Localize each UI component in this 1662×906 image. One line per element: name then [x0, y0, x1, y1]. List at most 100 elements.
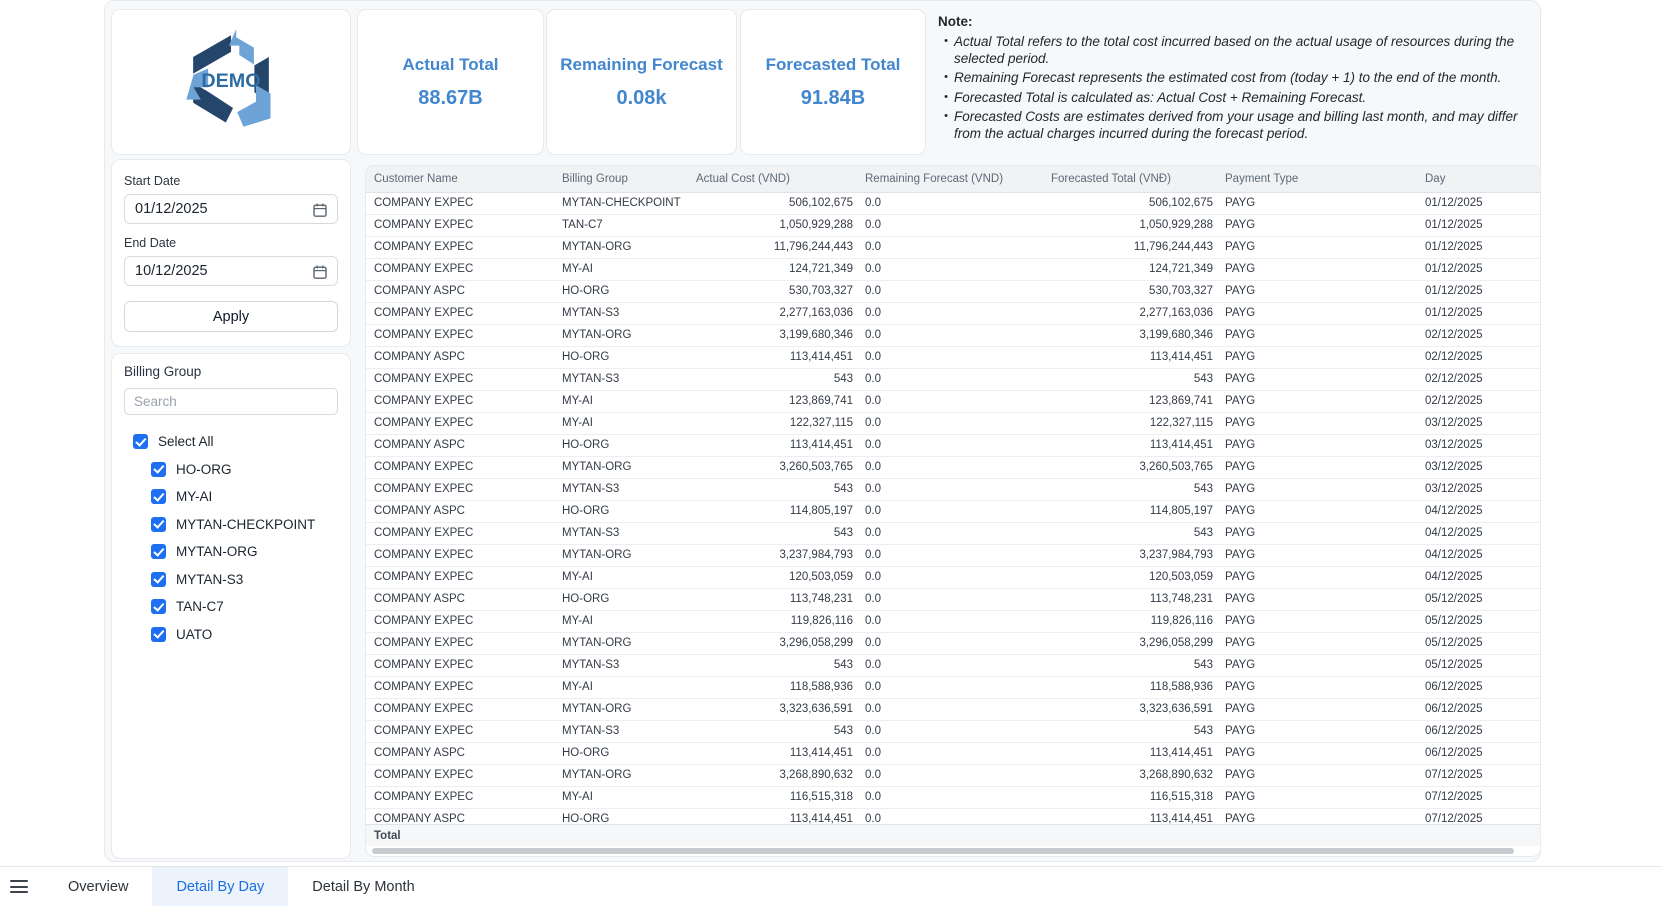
table-cell: 2,277,163,036 [690, 302, 859, 324]
checkbox-checked-icon[interactable] [151, 599, 166, 614]
tab-overview[interactable]: Overview [44, 867, 152, 906]
table-cell: 124,721,349 [1045, 258, 1219, 280]
table-row: COMPANY EXPECMYTAN-ORG3,323,636,5910.03,… [366, 698, 1540, 720]
table-row: COMPANY EXPECMYTAN-ORG3,199,680,3460.03,… [366, 324, 1540, 346]
bottom-tab-bar: Overview Detail By Day Detail By Month [0, 866, 1662, 906]
table-cell: PAYG [1219, 610, 1419, 632]
billing-group-option[interactable]: UATO [124, 627, 338, 642]
apply-button[interactable]: Apply [124, 301, 338, 332]
table-cell: 02/12/2025 [1419, 390, 1540, 412]
table-cell: 3,268,890,632 [1045, 764, 1219, 786]
billing-group-option[interactable]: MY-AI [124, 489, 338, 504]
table-cell: 05/12/2025 [1419, 654, 1540, 676]
table-cell: 3,199,680,346 [690, 324, 859, 346]
table-cell: 03/12/2025 [1419, 478, 1540, 500]
demo-logo-icon: DEMO [179, 21, 283, 143]
start-date-input[interactable]: 01/12/2025 [124, 194, 338, 224]
table-cell: 0.0 [859, 742, 1045, 764]
table-row: COMPANY EXPECMYTAN-S35430.0543PAYG05/12/… [366, 654, 1540, 676]
table-row: COMPANY ASPCHO-ORG113,414,4510.0113,414,… [366, 742, 1540, 764]
table-cell: COMPANY EXPEC [366, 676, 556, 698]
checkbox-checked-icon[interactable] [133, 434, 148, 449]
table-cell: 119,826,116 [690, 610, 859, 632]
tab-detail-by-month[interactable]: Detail By Month [288, 867, 438, 906]
select-all-label: Select All [158, 434, 214, 449]
table-cell: MYTAN-S3 [556, 720, 690, 742]
billing-group-option[interactable]: MYTAN-S3 [124, 572, 338, 587]
table-cell: MYTAN-S3 [556, 654, 690, 676]
table-row: COMPANY EXPECMY-AI116,515,3180.0116,515,… [366, 786, 1540, 808]
note-bullet: Actual Total refers to the total cost in… [954, 33, 1538, 67]
billing-group-option[interactable]: MYTAN-ORG [124, 544, 338, 559]
table-cell: TAN-C7 [556, 214, 690, 236]
forecasted-total-value: 91.84B [801, 87, 866, 110]
remaining-forecast-card: Remaining Forecast 0.08k [546, 9, 737, 155]
billing-group-option[interactable]: TAN-C7 [124, 599, 338, 614]
checkbox-checked-icon[interactable] [151, 462, 166, 477]
table-cell: COMPANY EXPEC [366, 214, 556, 236]
table-cell: 543 [690, 720, 859, 742]
table-cell: 116,515,318 [1045, 786, 1219, 808]
table-cell: COMPANY EXPEC [366, 522, 556, 544]
table-cell: 0.0 [859, 302, 1045, 324]
table-row: COMPANY EXPECMY-AI124,721,3490.0124,721,… [366, 258, 1540, 280]
table-cell: COMPANY EXPEC [366, 390, 556, 412]
checkbox-checked-icon[interactable] [151, 489, 166, 504]
table-cell: 113,414,451 [1045, 742, 1219, 764]
table-cell: 0.0 [859, 368, 1045, 390]
table-cell: MY-AI [556, 390, 690, 412]
table-cell: HO-ORG [556, 588, 690, 610]
table-cell: PAYG [1219, 500, 1419, 522]
table-cell: PAYG [1219, 192, 1419, 214]
table-cell: 530,703,327 [690, 280, 859, 302]
calendar-icon[interactable] [312, 202, 328, 218]
table-cell: COMPANY EXPEC [366, 324, 556, 346]
table-cell: PAYG [1219, 456, 1419, 478]
end-date-input[interactable]: 10/12/2025 [124, 256, 338, 286]
table-row: COMPANY EXPECMY-AI123,869,7410.0123,869,… [366, 390, 1540, 412]
table-cell: PAYG [1219, 236, 1419, 258]
checkbox-checked-icon[interactable] [151, 517, 166, 532]
logo-text: DEMO [201, 70, 260, 92]
table-cell: 113,414,451 [690, 434, 859, 456]
table-cell: MY-AI [556, 786, 690, 808]
table-cell: 0.0 [859, 346, 1045, 368]
table-cell: 113,414,451 [690, 742, 859, 764]
billing-group-card: Billing Group Select All HO-ORG MY-AI MYTA… [111, 353, 351, 859]
table-cell: COMPANY EXPEC [366, 236, 556, 258]
date-filter-card: Start Date 01/12/2025 End Date 10/12/202… [111, 159, 351, 347]
billing-group-option[interactable]: HO-ORG [124, 462, 338, 477]
table-row: COMPANY EXPECTAN-C71,050,929,2880.01,050… [366, 214, 1540, 236]
table-cell: 01/12/2025 [1419, 192, 1540, 214]
table-cell: 0.0 [859, 500, 1045, 522]
start-date-value: 01/12/2025 [135, 201, 208, 217]
checkbox-checked-icon[interactable] [151, 627, 166, 642]
table-cell: PAYG [1219, 742, 1419, 764]
table-cell: HO-ORG [556, 280, 690, 302]
table-cell: MYTAN-S3 [556, 368, 690, 390]
table-cell: 01/12/2025 [1419, 214, 1540, 236]
actual-total-value: 88.67B [418, 87, 483, 110]
billing-group-option-label: MY-AI [176, 489, 212, 504]
checkbox-checked-icon[interactable] [151, 544, 166, 559]
table-cell: COMPANY EXPEC [366, 192, 556, 214]
billing-group-search-input[interactable] [124, 388, 338, 415]
table-cell: 120,503,059 [690, 566, 859, 588]
billing-group-label: Billing Group [124, 364, 338, 379]
table-cell: 543 [690, 654, 859, 676]
table-cell: COMPANY EXPEC [366, 258, 556, 280]
table-row: COMPANY ASPCHO-ORG113,748,2310.0113,748,… [366, 588, 1540, 610]
select-all-checkbox-row[interactable]: Select All [124, 434, 338, 449]
table-cell: COMPANY ASPC [366, 434, 556, 456]
billing-group-option[interactable]: MYTAN-CHECKPOINT [124, 517, 338, 532]
calendar-icon[interactable] [312, 264, 328, 280]
tab-detail-by-day[interactable]: Detail By Day [152, 867, 288, 906]
table-cell: 122,327,115 [690, 412, 859, 434]
table-cell: 3,323,636,591 [690, 698, 859, 720]
table-cell: 0.0 [859, 588, 1045, 610]
menu-icon[interactable] [10, 877, 28, 897]
checkbox-checked-icon[interactable] [151, 572, 166, 587]
table-cell: 06/12/2025 [1419, 698, 1540, 720]
table-cell: PAYG [1219, 544, 1419, 566]
horizontal-scrollbar[interactable] [372, 848, 1514, 854]
